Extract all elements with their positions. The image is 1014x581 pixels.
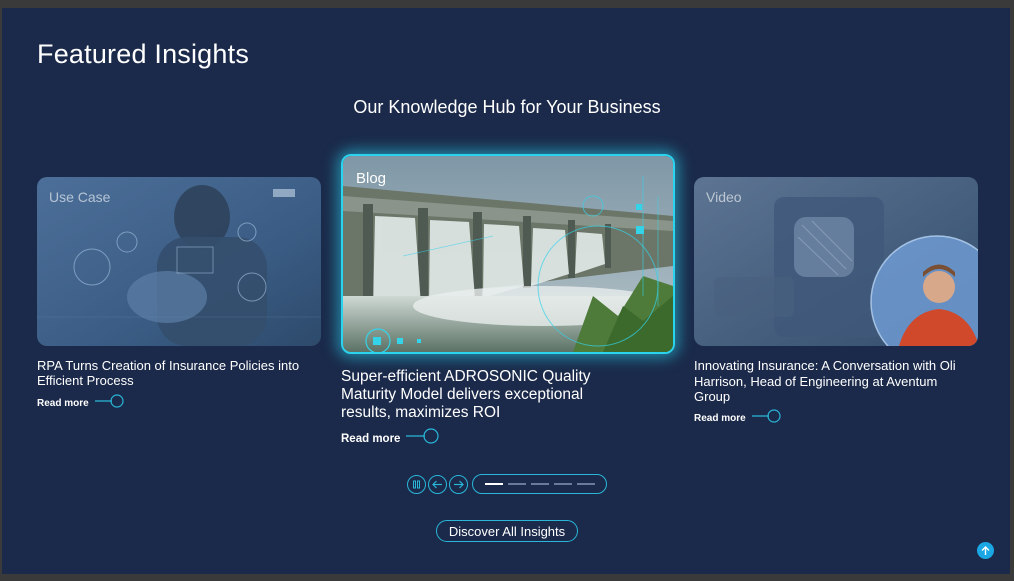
read-more-link[interactable]: Read more xyxy=(694,409,782,428)
card-tag: Video xyxy=(706,189,742,205)
slide-dot-4[interactable] xyxy=(553,483,572,485)
slide-dot-1[interactable] xyxy=(484,483,503,485)
card-title[interactable]: RPA Turns Creation of Insurance Policies… xyxy=(37,358,307,388)
read-more-label: Read more xyxy=(694,413,746,424)
arrow-right-icon xyxy=(454,480,464,488)
section-title: Featured Insights xyxy=(37,39,250,69)
card-tag: Use Case xyxy=(49,189,111,205)
slide-dot-2[interactable] xyxy=(507,483,526,485)
card-tag: Blog xyxy=(356,170,387,187)
carousel-controls xyxy=(407,474,607,494)
pause-button[interactable] xyxy=(407,474,426,494)
section-subtitle: Our Knowledge Hub for Your Business xyxy=(353,97,661,117)
read-more-label: Read more xyxy=(37,398,89,409)
next-button[interactable] xyxy=(449,474,468,494)
slide-indicator xyxy=(472,474,607,494)
card-image-dam[interactable] xyxy=(341,154,675,354)
arrow-circle-icon xyxy=(406,428,440,449)
read-more-label: Read more xyxy=(341,432,401,445)
discover-all-insights-button[interactable]: Discover All Insights xyxy=(436,520,578,542)
read-more-link[interactable]: Read more xyxy=(37,394,125,413)
arrow-up-icon xyxy=(981,545,990,555)
read-more-link[interactable]: Read more xyxy=(341,428,440,449)
slide-dot-5[interactable] xyxy=(576,483,595,485)
card-title[interactable]: Super-efficient ADROSONIC Quality Maturi… xyxy=(341,368,621,422)
browser-frame: Featured Insights Our Knowledge Hub for … xyxy=(0,0,1014,581)
card-title[interactable]: Innovating Insurance: A Conversation wit… xyxy=(694,358,964,405)
arrow-circle-icon xyxy=(94,394,125,413)
featured-insights-section: Featured Insights Our Knowledge Hub for … xyxy=(2,8,1010,574)
pause-icon xyxy=(413,480,420,488)
slide-dot-3[interactable] xyxy=(530,483,549,485)
arrow-left-icon xyxy=(432,480,442,488)
prev-button[interactable] xyxy=(428,474,447,494)
back-to-top-button[interactable] xyxy=(977,542,994,559)
arrow-circle-icon xyxy=(751,409,782,428)
